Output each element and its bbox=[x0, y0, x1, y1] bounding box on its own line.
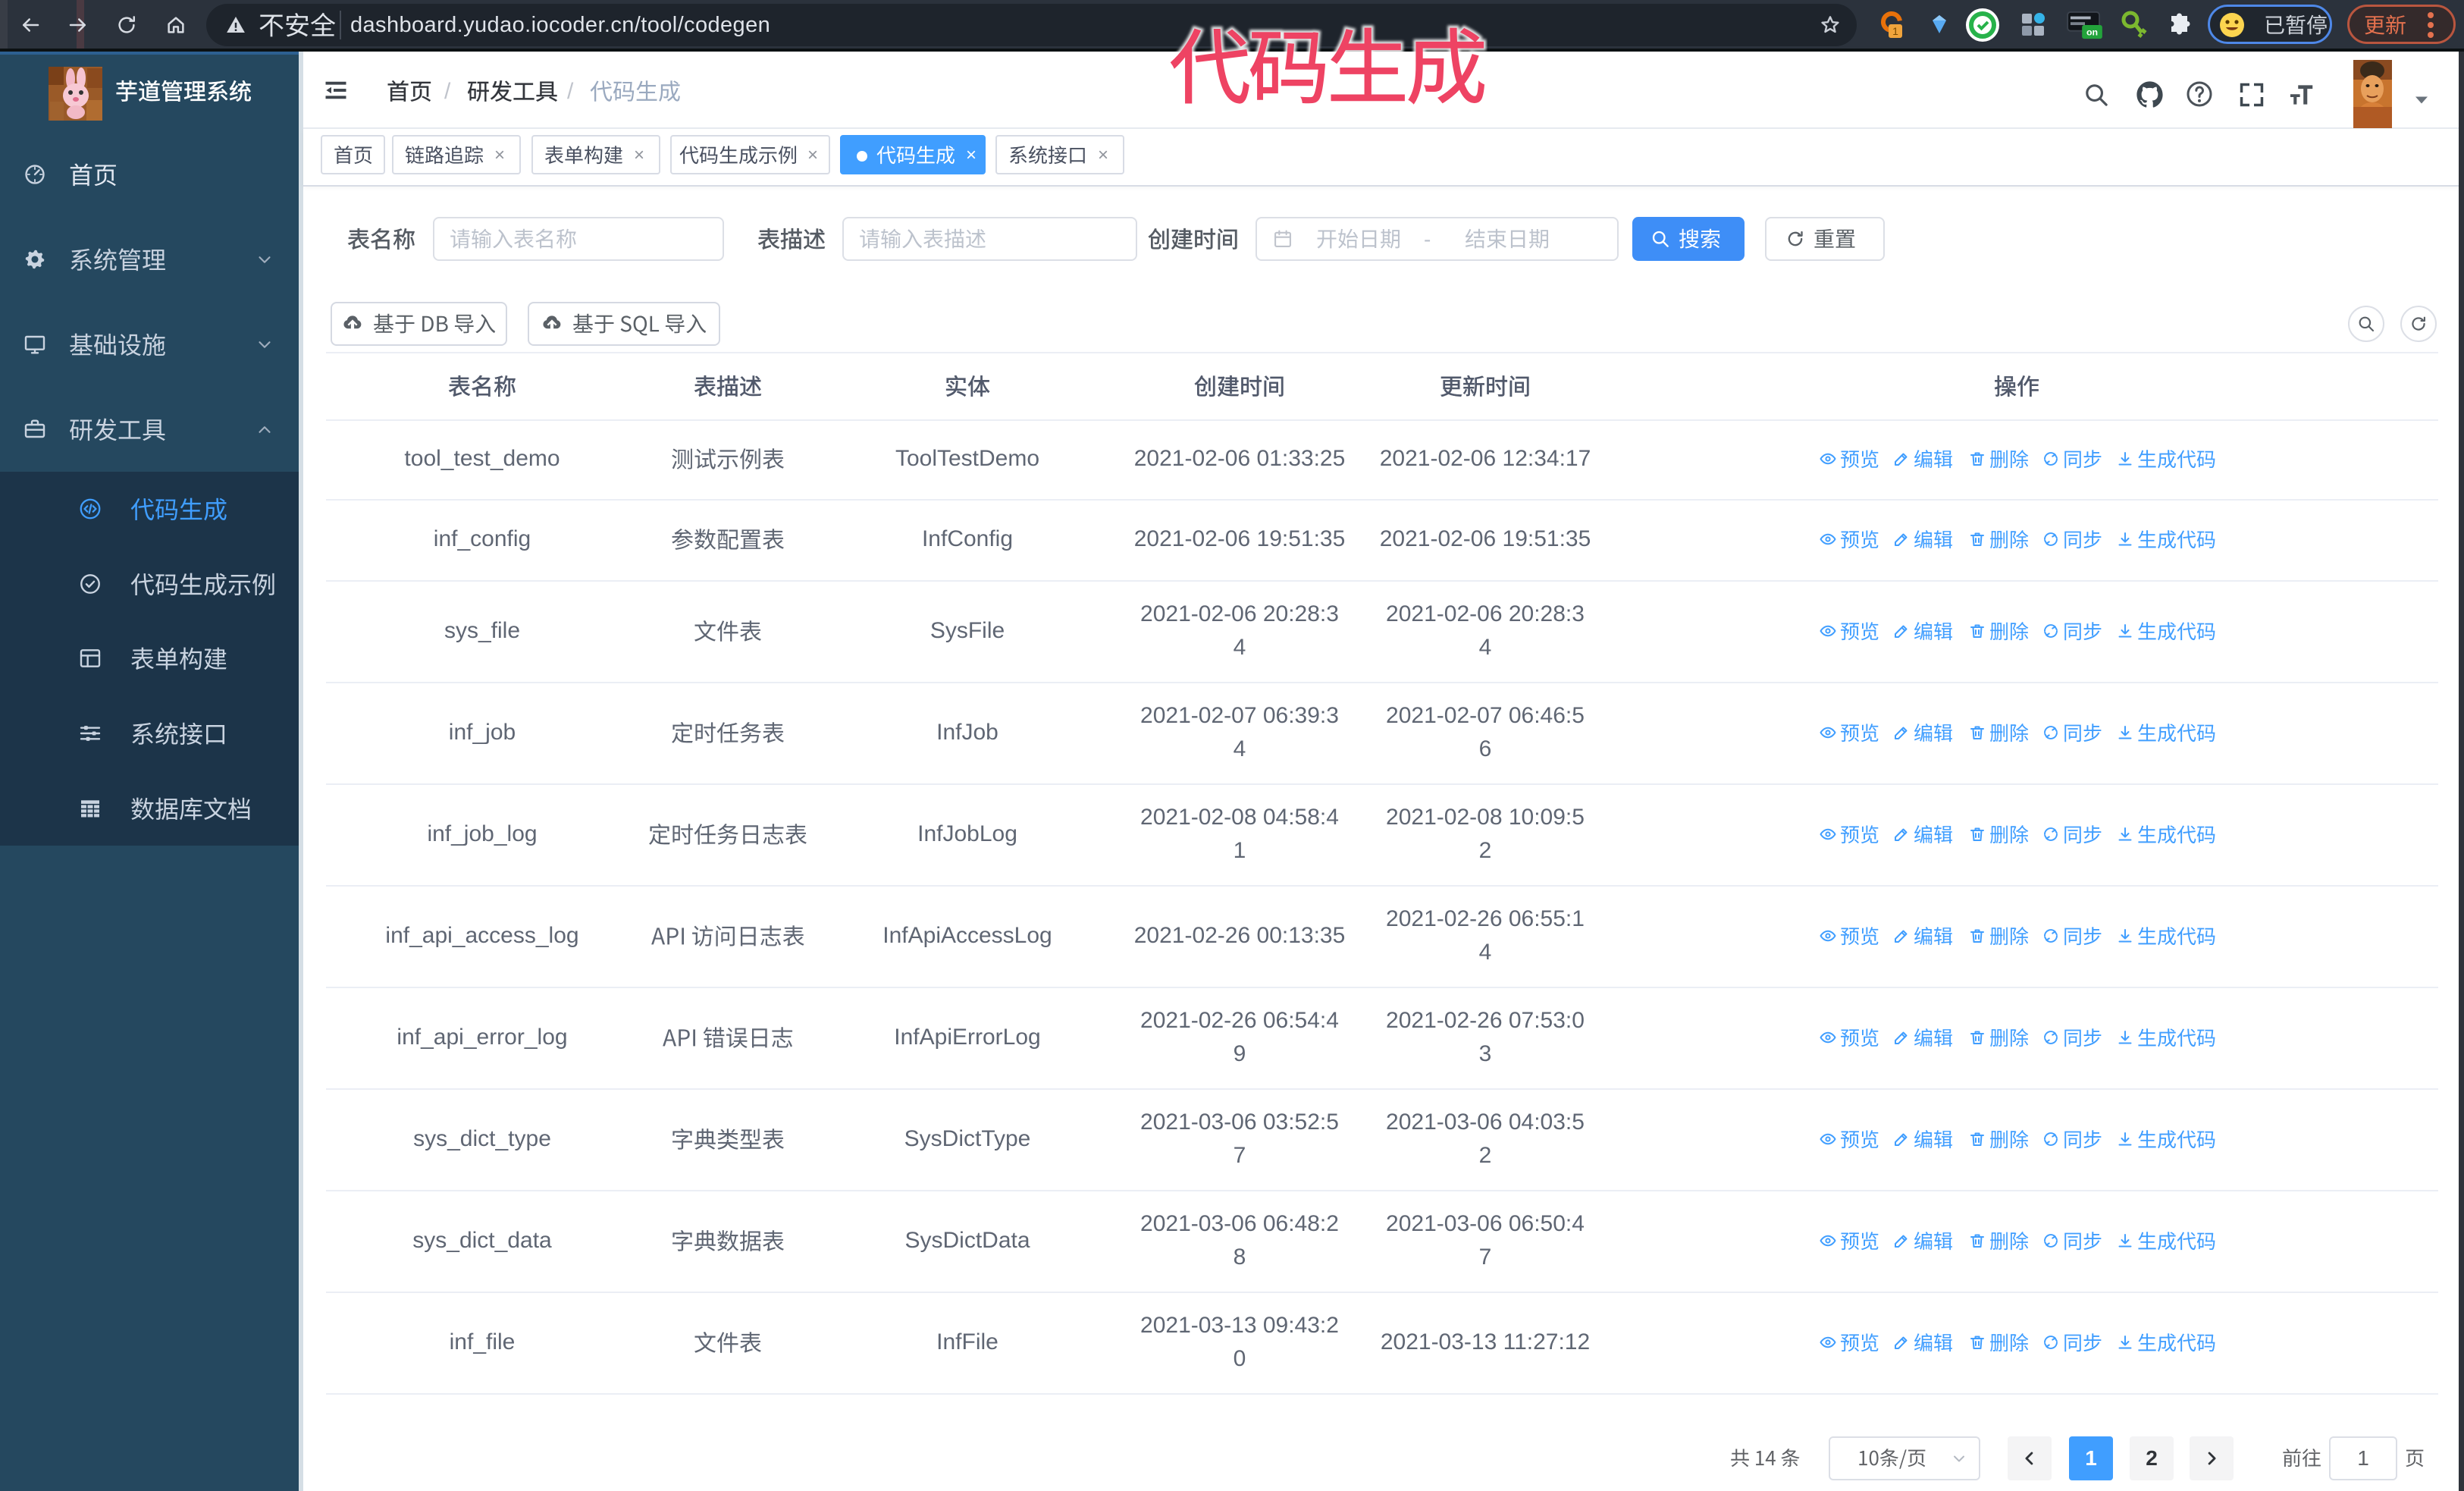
svg-text:1: 1 bbox=[1892, 25, 1898, 37]
svg-text:on: on bbox=[2086, 27, 2098, 37]
